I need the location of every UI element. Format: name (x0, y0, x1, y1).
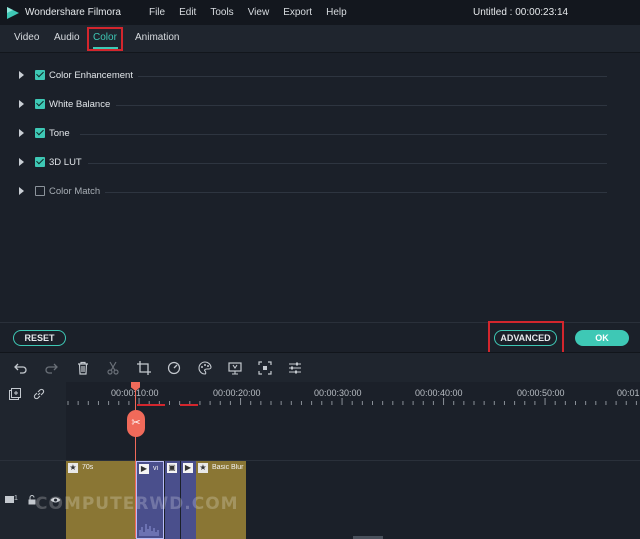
menu-edit[interactable]: Edit (179, 7, 196, 18)
video-track-icon (5, 496, 14, 503)
panel-button-bar: RESET ADVANCED OK (0, 321, 640, 362)
ruler-controls (0, 382, 66, 460)
delete-icon[interactable] (76, 361, 90, 375)
audio-mixer-icon[interactable] (288, 361, 302, 375)
title-bar: Wondershare Filmora File Edit Tools View… (0, 0, 640, 25)
3d-lut-checkbox[interactable] (35, 157, 45, 167)
section-label: Color Enhancement (49, 70, 133, 81)
clip-name: vi (153, 465, 159, 472)
divider (105, 192, 607, 193)
clip-name: 70s (82, 464, 94, 471)
ruler-label: 00:00:50:00 (517, 388, 565, 398)
divider (138, 76, 607, 77)
ruler-label: 00:00:40:00 (415, 388, 463, 398)
menu-help[interactable]: Help (326, 7, 347, 18)
watermark: COMPUTERWD.COM (35, 494, 239, 514)
tab-animation[interactable]: Animation (135, 32, 179, 43)
section-3d-lut[interactable]: 3D LUT (0, 154, 640, 174)
ruler-marker (180, 404, 198, 406)
section-label: Tone (49, 128, 70, 139)
add-track-icon[interactable] (9, 388, 21, 400)
green-screen-icon[interactable] (228, 361, 242, 375)
color-icon[interactable] (198, 361, 212, 375)
section-label: Color Match (49, 186, 101, 197)
audio-waveform (139, 524, 159, 536)
expand-arrow-icon[interactable] (19, 129, 24, 137)
play-icon: ▶ (183, 463, 193, 473)
star-icon: ★ (68, 463, 78, 473)
section-color-enhancement[interactable]: Color Enhancement (0, 67, 640, 87)
fit-icon[interactable] (258, 361, 272, 375)
filmora-logo-icon (6, 6, 20, 20)
timeline-toolbar (0, 352, 640, 382)
section-white-balance[interactable]: White Balance (0, 96, 640, 116)
menu-export[interactable]: Export (283, 7, 312, 18)
menu-bar: File Edit Tools View Export Help (149, 7, 361, 18)
cut-icon[interactable] (106, 361, 120, 375)
expand-arrow-icon[interactable] (19, 158, 24, 166)
expand-arrow-icon[interactable] (19, 71, 24, 79)
divider (80, 134, 607, 135)
color-tab-highlight (87, 27, 123, 51)
image-icon: ▣ (167, 463, 177, 473)
color-match-checkbox[interactable] (35, 186, 45, 196)
expand-arrow-icon[interactable] (19, 187, 24, 195)
reset-button[interactable]: RESET (13, 330, 66, 346)
tone-checkbox[interactable] (35, 128, 45, 138)
ruler-label: 00:00:30:00 (314, 388, 362, 398)
color-enhancement-checkbox[interactable] (35, 70, 45, 80)
play-icon: ▶ (139, 464, 149, 474)
app-name: Wondershare Filmora (25, 7, 121, 18)
track-number: 1 (14, 495, 18, 502)
document-title: Untitled : 00:00:23:14 (473, 7, 569, 18)
ruler-label: 00:01 (617, 388, 640, 398)
property-tabs: Video Audio Color Animation (0, 25, 640, 53)
section-label: 3D LUT (49, 157, 82, 168)
menu-tools[interactable]: Tools (210, 7, 233, 18)
ruler-label: 00:00:20:00 (213, 388, 261, 398)
section-color-match[interactable]: Color Match (0, 183, 640, 203)
menu-file[interactable]: File (149, 7, 165, 18)
link-icon[interactable] (33, 388, 45, 400)
menu-view[interactable]: View (248, 7, 270, 18)
speed-icon[interactable] (167, 361, 181, 375)
white-balance-checkbox[interactable] (35, 99, 45, 109)
clip-name: Basic Blur (212, 464, 244, 471)
undo-icon[interactable] (14, 361, 28, 375)
color-panel: Color Enhancement White Balance Tone 3D … (0, 54, 640, 350)
expand-arrow-icon[interactable] (19, 100, 24, 108)
divider (116, 105, 607, 106)
divider (88, 163, 607, 164)
star-icon: ★ (198, 463, 208, 473)
section-label: White Balance (49, 99, 111, 110)
redo-icon[interactable] (44, 361, 58, 375)
playhead-line[interactable] (135, 382, 136, 538)
timeline-ruler-area: 00:00:10:00 00:00:20:00 00:00:30:00 00:0… (0, 382, 640, 460)
crop-icon[interactable] (137, 361, 151, 375)
tab-video[interactable]: Video (14, 32, 39, 43)
ok-button[interactable]: OK (575, 330, 629, 346)
split-scissors-icon[interactable]: ✂ (127, 410, 145, 437)
ruler-marker (137, 404, 165, 406)
tab-audio[interactable]: Audio (54, 32, 80, 43)
section-tone[interactable]: Tone (0, 125, 640, 145)
